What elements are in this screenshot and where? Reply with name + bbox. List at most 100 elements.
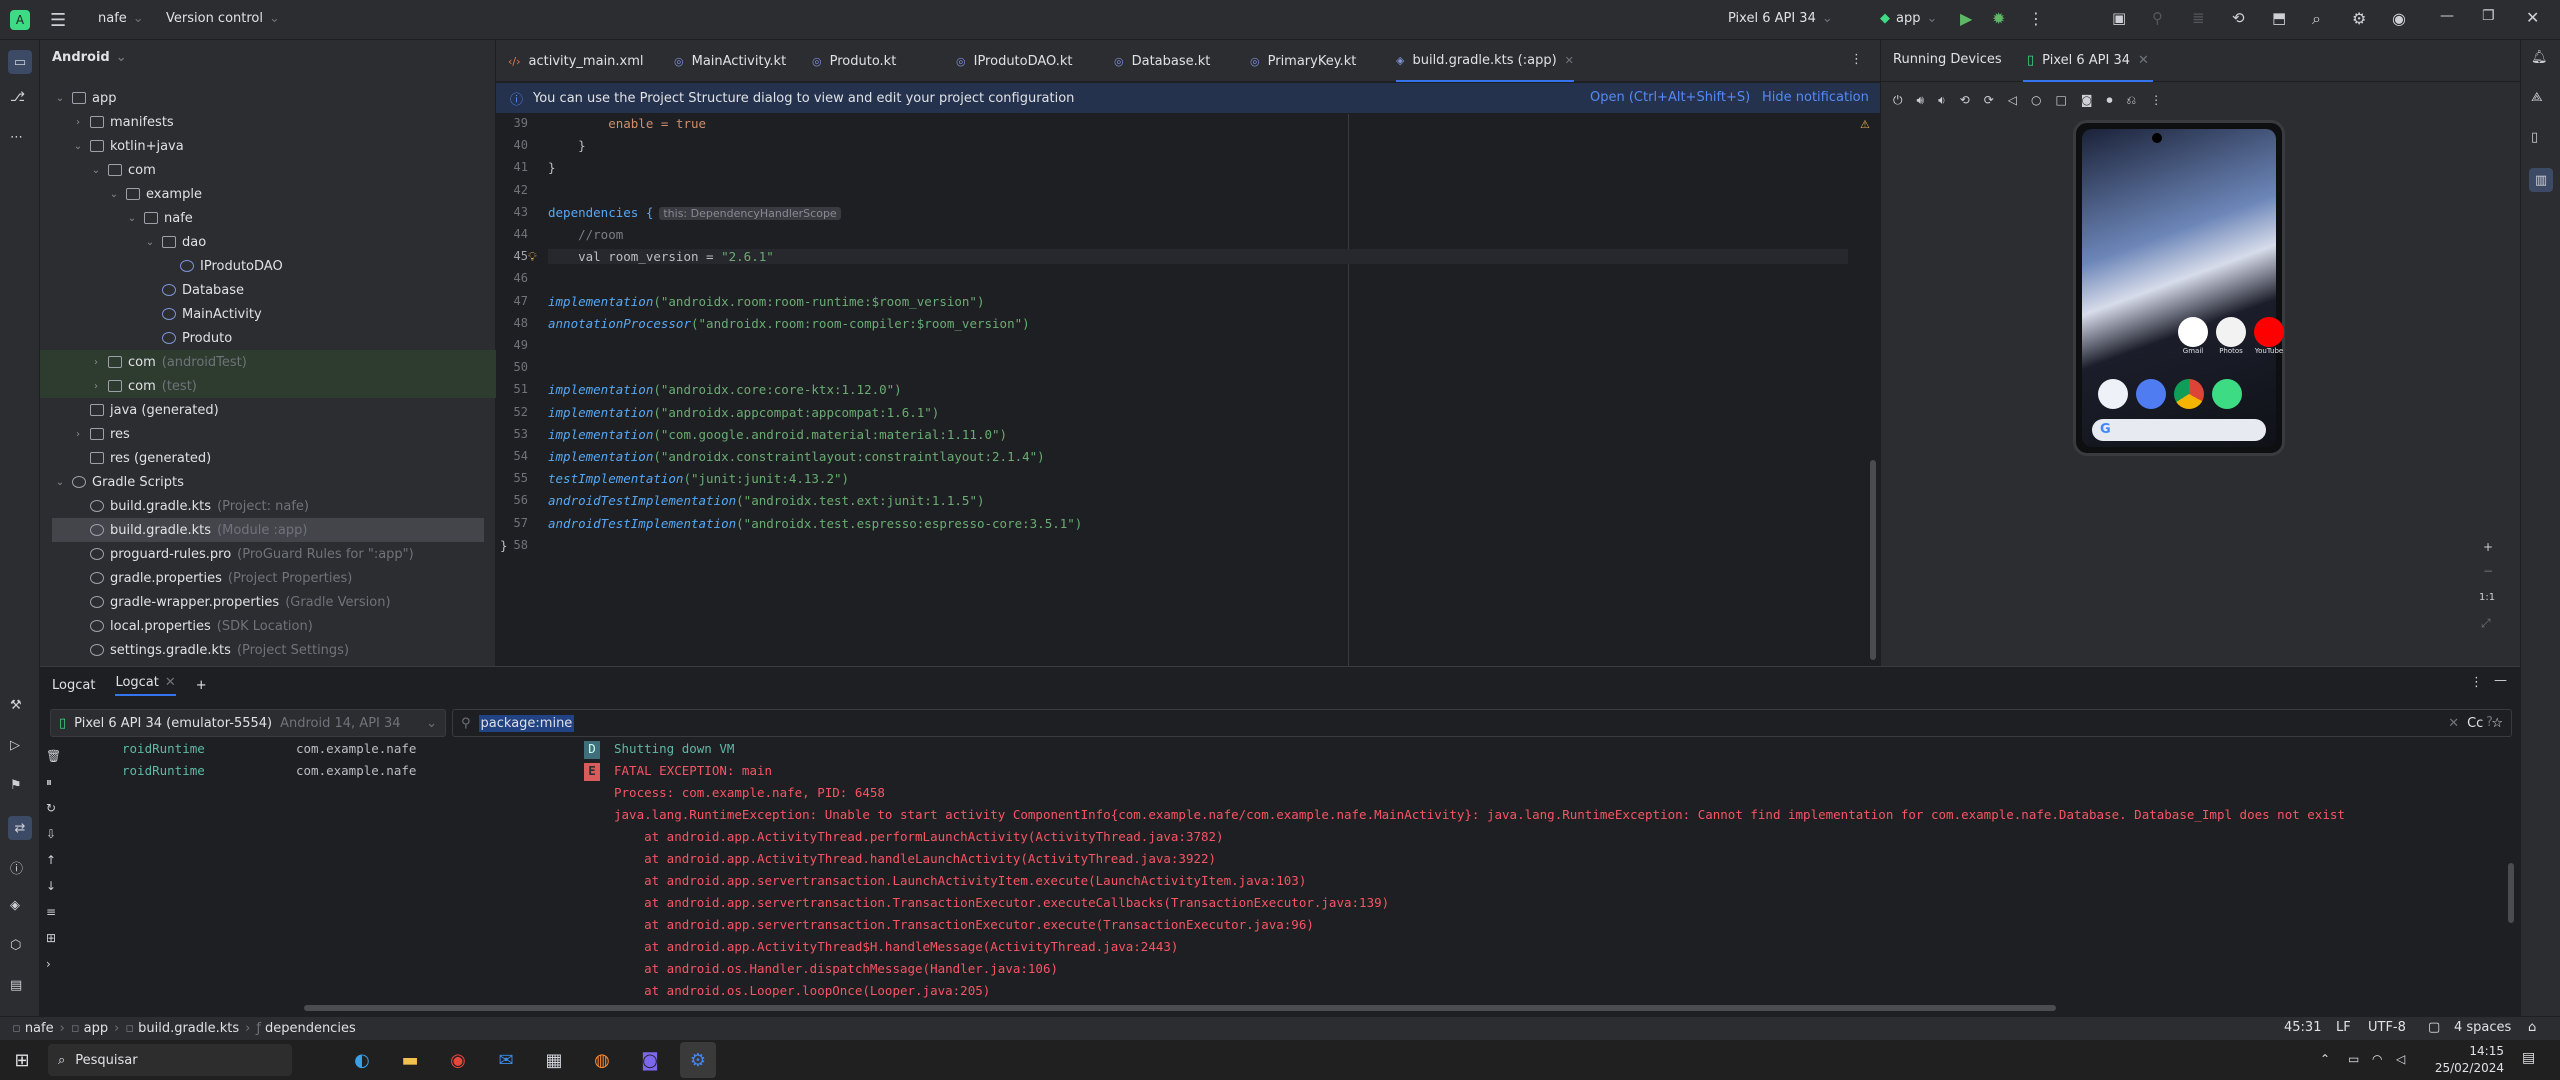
expand-toggle-icon[interactable]: ⌄ [54, 477, 66, 488]
home-app[interactable]: Photos [2214, 317, 2248, 355]
logcat-filter-input[interactable]: ⚲ package:mine ✕ Cc ☆ [452, 709, 2512, 737]
match-case-icon[interactable]: Cc [2467, 716, 2483, 731]
terminal-icon[interactable]: ▤ [10, 978, 22, 993]
tree-item[interactable]: ⌄ dao [144, 230, 212, 254]
gradle-icon[interactable]: ⟁ [2531, 90, 2543, 105]
more-actions-icon[interactable]: ⋮ [2028, 9, 2044, 28]
phone-app-icon[interactable] [2098, 379, 2128, 409]
power-icon[interactable]: ⏻ [1893, 93, 1903, 108]
volume-down-icon[interactable]: 🔉︎ [1938, 93, 1946, 108]
search-icon[interactable]: ⌕ [2312, 9, 2321, 29]
tree-item[interactable]: java (generated) [72, 398, 225, 422]
expand-toggle-icon[interactable]: ⌄ [54, 93, 66, 104]
expand-toggle-icon[interactable]: ⌄ [90, 165, 102, 176]
sync-gradle-icon[interactable]: ⟲ [2232, 9, 2245, 27]
zoom-actual-size[interactable]: 1:1 [2479, 592, 2495, 603]
expand-toggle-icon[interactable]: › [90, 381, 102, 392]
logcat-tool-icon[interactable]: ⇄ [8, 816, 32, 840]
screen-record-icon[interactable]: ⏺ [2106, 93, 2112, 108]
stack-trace-line[interactable]: at android.app.ActivityThread$H.handleMe… [614, 939, 1178, 954]
profiler-icon[interactable]: ≣ [2192, 9, 2205, 27]
tree-item[interactable]: Produto [144, 326, 238, 350]
tree-item[interactable]: › com (androidTest) [40, 350, 496, 374]
tree-item[interactable]: › com (test) [40, 374, 496, 398]
logcat-vertical-scrollbar[interactable] [2508, 863, 2514, 923]
file-encoding[interactable]: UTF-8 [2368, 1020, 2406, 1035]
device-selector[interactable]: Pixel 6 API 34 ⌄ [1728, 11, 1833, 26]
file-explorer-icon[interactable]: ▬ [392, 1042, 428, 1078]
project-selector[interactable]: nafe ⌄ [98, 11, 144, 26]
close-tab-icon[interactable]: ✕ [2138, 53, 2149, 68]
home-icon[interactable]: ○ [2031, 93, 2041, 107]
stack-trace-line[interactable]: at android.app.servertransaction.LaunchA… [614, 873, 1306, 888]
lock-icon[interactable]: ⌂ [2528, 1020, 2536, 1035]
open-project-structure-link[interactable]: Open (Ctrl+Alt+Shift+S) [1590, 90, 1750, 105]
home-app[interactable]: Gmail [2176, 317, 2210, 355]
vcs-selector[interactable]: Version control ⌄ [166, 11, 280, 26]
stack-trace-line[interactable]: at android.os.Looper.loopOnce(Looper.jav… [614, 983, 990, 998]
editor-tab[interactable]: ◎ MainActivity.kt [674, 40, 786, 82]
editor-tab[interactable]: ◎ IProdutoDAO.kt [956, 40, 1073, 82]
sdk-manager-icon[interactable]: ⬒ [2272, 9, 2286, 27]
chrome-app-icon[interactable] [2174, 379, 2204, 409]
mail-icon[interactable]: ✉ [488, 1042, 524, 1078]
tree-item[interactable]: build.gradle.kts (Module :app) [52, 518, 484, 542]
expand-toggle-icon[interactable]: › [90, 357, 102, 368]
tree-item[interactable]: IProdutoDAO [162, 254, 289, 278]
tree-item[interactable]: MainActivity [144, 302, 268, 326]
run-config-selector[interactable]: ◆ app ⌄ [1880, 11, 1937, 26]
restore-icon[interactable]: ❐ [2482, 8, 2495, 24]
help-icon[interactable]: ? [2486, 715, 2493, 730]
debug-icon[interactable]: ✹ [1992, 9, 2005, 28]
breadcrumb-item[interactable]: ▫ build.gradle.kts [125, 1021, 239, 1036]
main-menu-icon[interactable]: ☰ [50, 10, 66, 31]
tree-item[interactable]: gradle-wrapper.properties (Gradle Version… [72, 590, 391, 614]
build-tool-icon[interactable]: ⚑ [10, 778, 22, 793]
running-devices-icon[interactable]: ▥ [2529, 168, 2553, 192]
android-studio-taskbar-icon[interactable]: ⚙ [680, 1042, 716, 1078]
tabs-menu-icon[interactable]: ⋮ [1850, 52, 1863, 67]
intention-bulb-icon[interactable]: 💡︎ [528, 249, 537, 265]
messages-app-icon[interactable] [2136, 379, 2166, 409]
wifi-icon[interactable]: ◠ [2372, 1052, 2382, 1066]
stack-trace-line[interactable]: at android.os.Handler.dispatchMessage(Ha… [614, 961, 1058, 976]
rotate-left-icon[interactable]: ⟲ [1960, 93, 1970, 107]
tree-item[interactable]: ⌄ app [54, 86, 122, 110]
commit-tool-icon[interactable]: ⎇ [10, 90, 25, 105]
project-tool-icon[interactable]: ▭ [8, 50, 32, 74]
network-icon[interactable]: ▭ [2348, 1052, 2359, 1066]
device-tab[interactable]: ▯ Pixel 6 API 34 ✕ [2023, 40, 2153, 82]
project-view-selector[interactable]: Android ⌄ [52, 50, 127, 65]
tree-item[interactable]: › manifests [72, 110, 180, 134]
format-icon[interactable]: ⊞ [46, 931, 56, 945]
favorite-filter-icon[interactable]: ☆ [2491, 716, 2503, 731]
readonly-toggle-icon[interactable]: ▢ [2428, 1020, 2440, 1035]
device-screen[interactable]: Gmail Photos YouTube G [2082, 129, 2284, 447]
account-icon[interactable]: ◉ [2392, 9, 2406, 28]
extended-controls-icon[interactable]: ⋮ [2150, 93, 2162, 107]
snapshot-icon[interactable]: ⎌ [2126, 93, 2136, 108]
expand-toggle-icon[interactable]: ⌄ [108, 189, 120, 200]
line-separator[interactable]: LF [2336, 1020, 2351, 1035]
restart-icon[interactable]: ↻ [46, 801, 56, 815]
close-tab-icon[interactable]: ✕ [165, 675, 176, 690]
code-view[interactable]: 39 40 41 42 43 44 45 46 47 48 49 50 51 52 53 54 55 56 57 58… [496, 114, 1880, 666]
clear-filter-icon[interactable]: ✕ [2448, 716, 2459, 731]
firefox-icon[interactable]: ◍ [584, 1042, 620, 1078]
back-icon[interactable]: ◁ [2008, 93, 2017, 107]
logcat-output[interactable]: roidRuntime com.example.nafe D Shutting dow… [70, 741, 2510, 1009]
settings-gear-icon[interactable]: ⚙ [2352, 9, 2366, 28]
tree-item[interactable]: ⌄ example [108, 182, 208, 206]
hide-panel-icon[interactable]: — [2494, 673, 2507, 688]
up-icon[interactable]: ↑ [46, 853, 56, 867]
tree-item[interactable]: ⌄ kotlin+java [72, 134, 190, 158]
run-tool-icon[interactable]: ▷ [10, 738, 20, 753]
discord-icon[interactable]: ◙ [632, 1042, 668, 1078]
editor-tab[interactable]: ◎ Database.kt [1114, 40, 1210, 82]
expand-toggle-icon[interactable]: ⌄ [72, 141, 84, 152]
clear-logcat-icon[interactable]: 🗑︎ [46, 749, 61, 763]
down-icon[interactable]: ↓ [46, 879, 56, 893]
hide-notification-link[interactable]: Hide notification [1762, 90, 1869, 105]
stack-trace-line[interactable]: at android.app.ActivityThread.handleLaun… [614, 851, 1216, 866]
attach-debugger-icon[interactable]: ⚲ [2152, 9, 2163, 27]
